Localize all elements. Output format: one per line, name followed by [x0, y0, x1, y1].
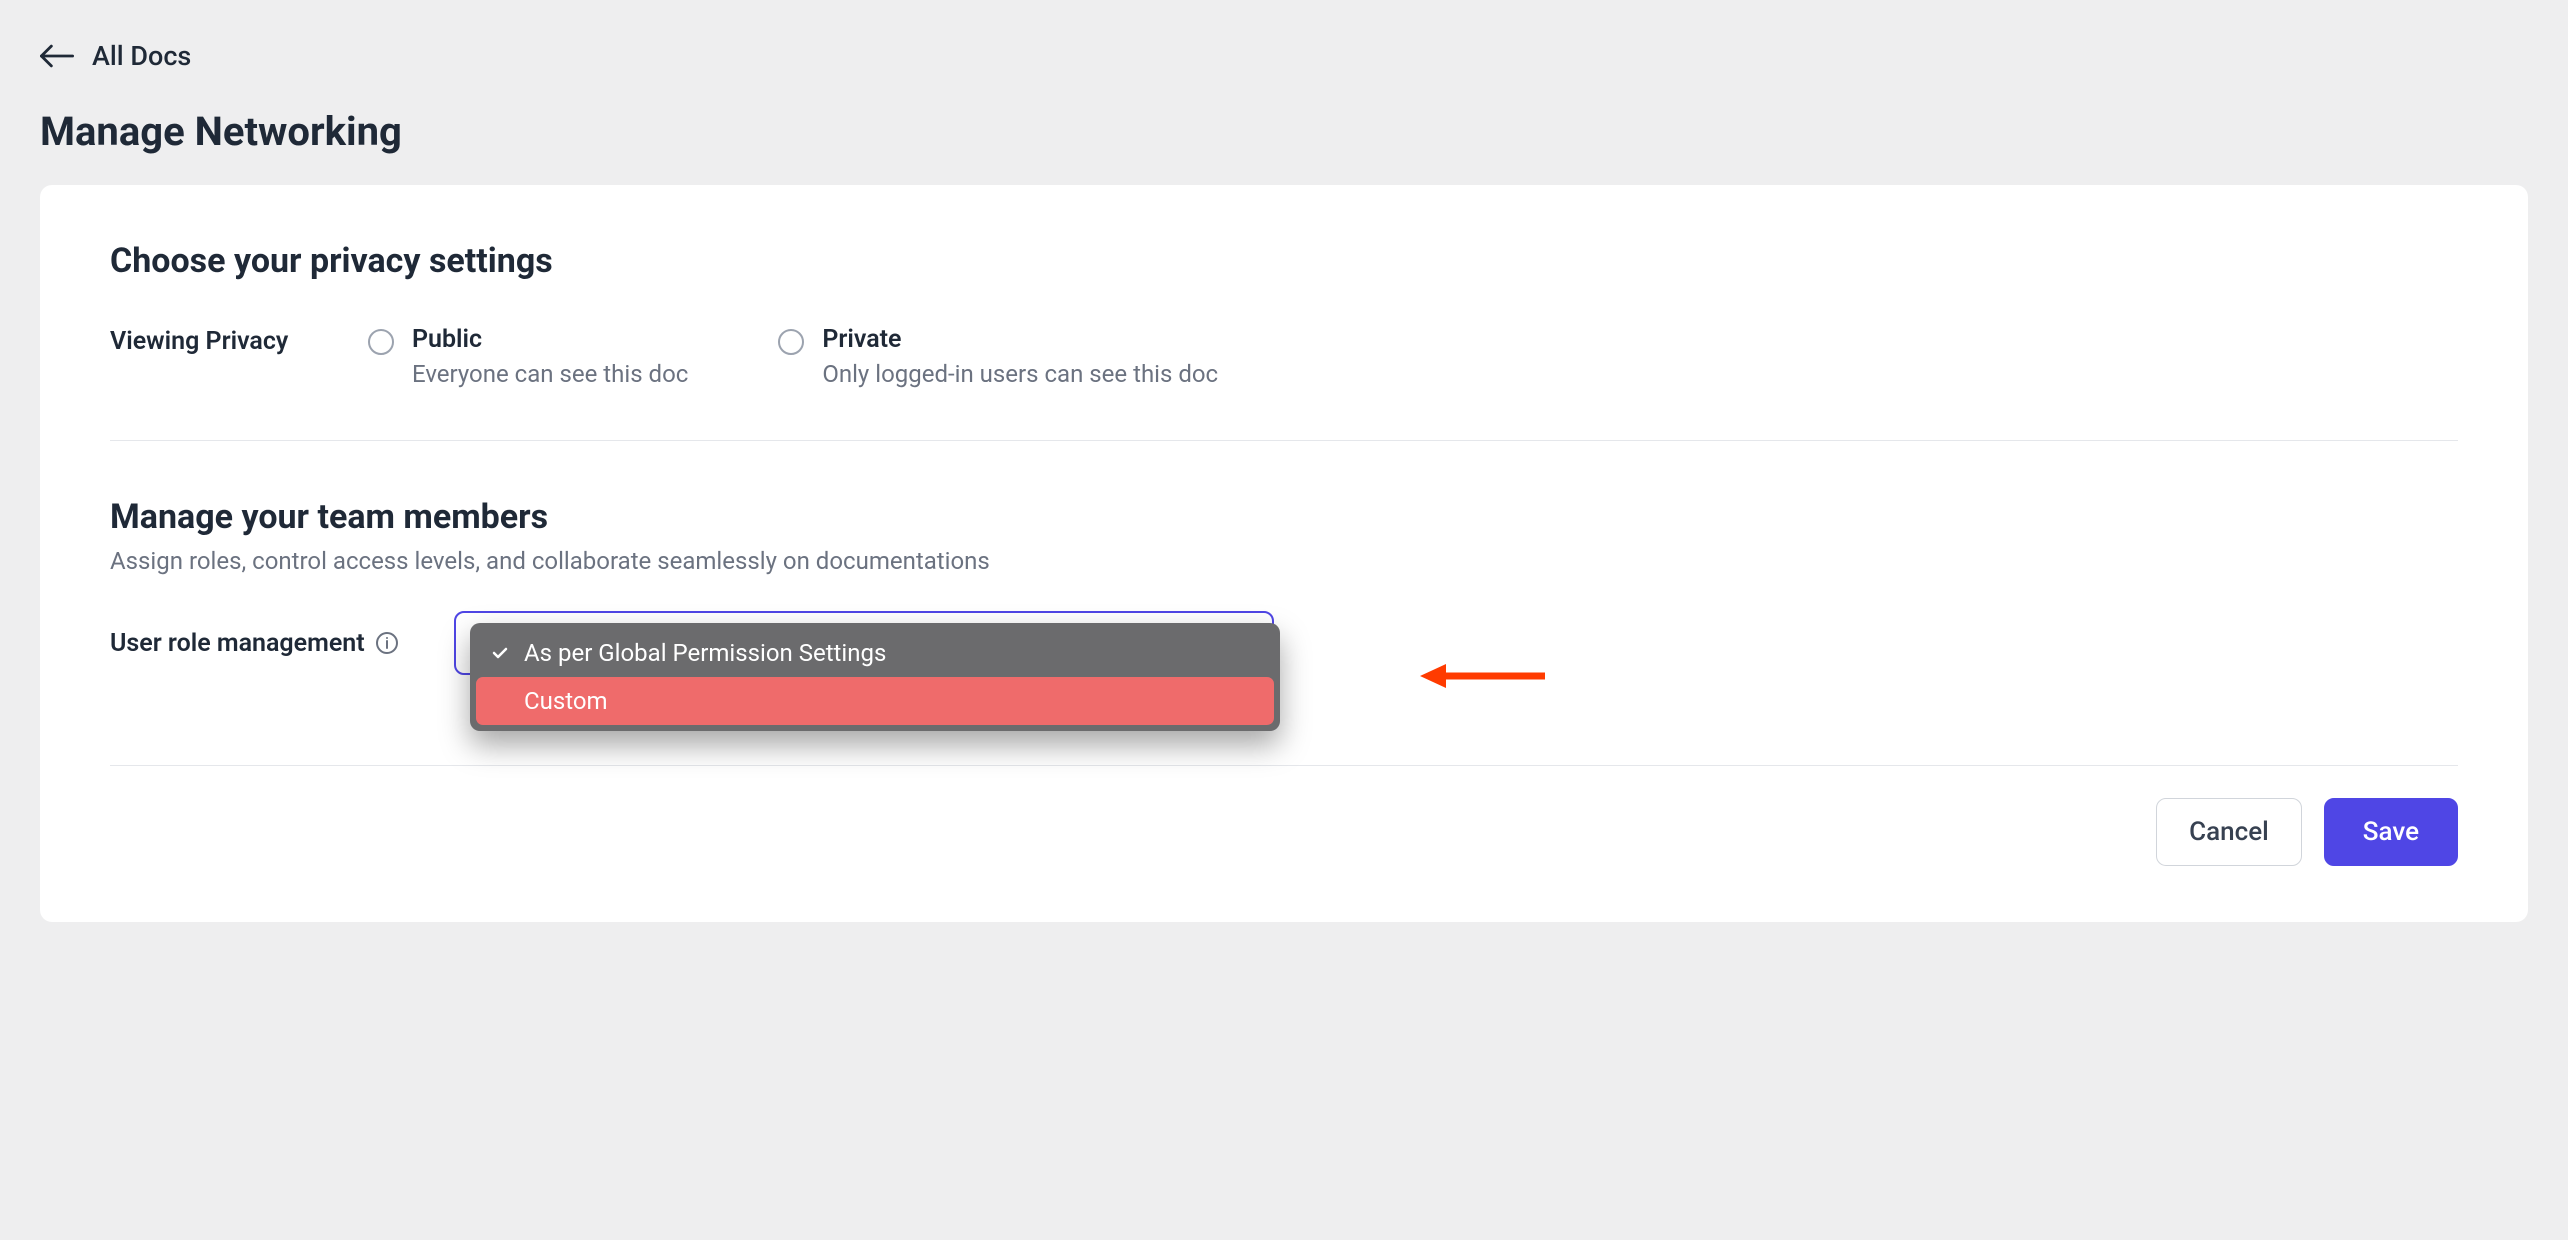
radio-title: Public	[412, 325, 688, 354]
radio-option-public[interactable]: Public Everyone can see this doc	[368, 325, 688, 388]
arrow-left-icon	[40, 44, 74, 68]
page-title: Manage Networking	[40, 108, 2528, 155]
viewing-privacy-row: Viewing Privacy Public Everyone can see …	[110, 325, 2458, 441]
team-heading: Manage your team members	[110, 497, 2458, 537]
dropdown-option-custom[interactable]: Custom	[476, 677, 1274, 725]
radio-icon	[368, 329, 394, 355]
annotation-arrow-icon	[1420, 661, 1550, 691]
settings-panel: Choose your privacy settings Viewing Pri…	[40, 185, 2528, 922]
role-dropdown: As per Global Permission Settings Custom	[470, 623, 1280, 731]
dropdown-option-label: As per Global Permission Settings	[524, 639, 886, 667]
footer-buttons: Cancel Save	[110, 798, 2458, 866]
cancel-button[interactable]: Cancel	[2156, 798, 2302, 866]
radio-icon	[778, 329, 804, 355]
privacy-heading: Choose your privacy settings	[110, 241, 2458, 281]
breadcrumb-label: All Docs	[92, 40, 191, 72]
check-icon	[490, 645, 510, 661]
team-description: Assign roles, control access levels, and…	[110, 547, 2458, 575]
breadcrumb[interactable]: All Docs	[40, 40, 2528, 72]
radio-option-private[interactable]: Private Only logged-in users can see thi…	[778, 325, 1218, 388]
dropdown-option-global[interactable]: As per Global Permission Settings	[476, 629, 1274, 677]
privacy-radio-group: Public Everyone can see this doc Private…	[368, 325, 1218, 388]
radio-title: Private	[822, 325, 1218, 354]
role-select-wrap: As per Global Permission Settings Custom	[454, 611, 1274, 675]
radio-description: Only logged-in users can see this doc	[822, 360, 1218, 388]
save-button[interactable]: Save	[2324, 798, 2458, 866]
dropdown-option-label: Custom	[524, 687, 608, 715]
user-role-row: User role management	[110, 611, 2458, 766]
user-role-label: User role management	[110, 629, 365, 658]
radio-description: Everyone can see this doc	[412, 360, 688, 388]
info-icon[interactable]	[375, 631, 399, 655]
viewing-privacy-label: Viewing Privacy	[110, 325, 340, 356]
